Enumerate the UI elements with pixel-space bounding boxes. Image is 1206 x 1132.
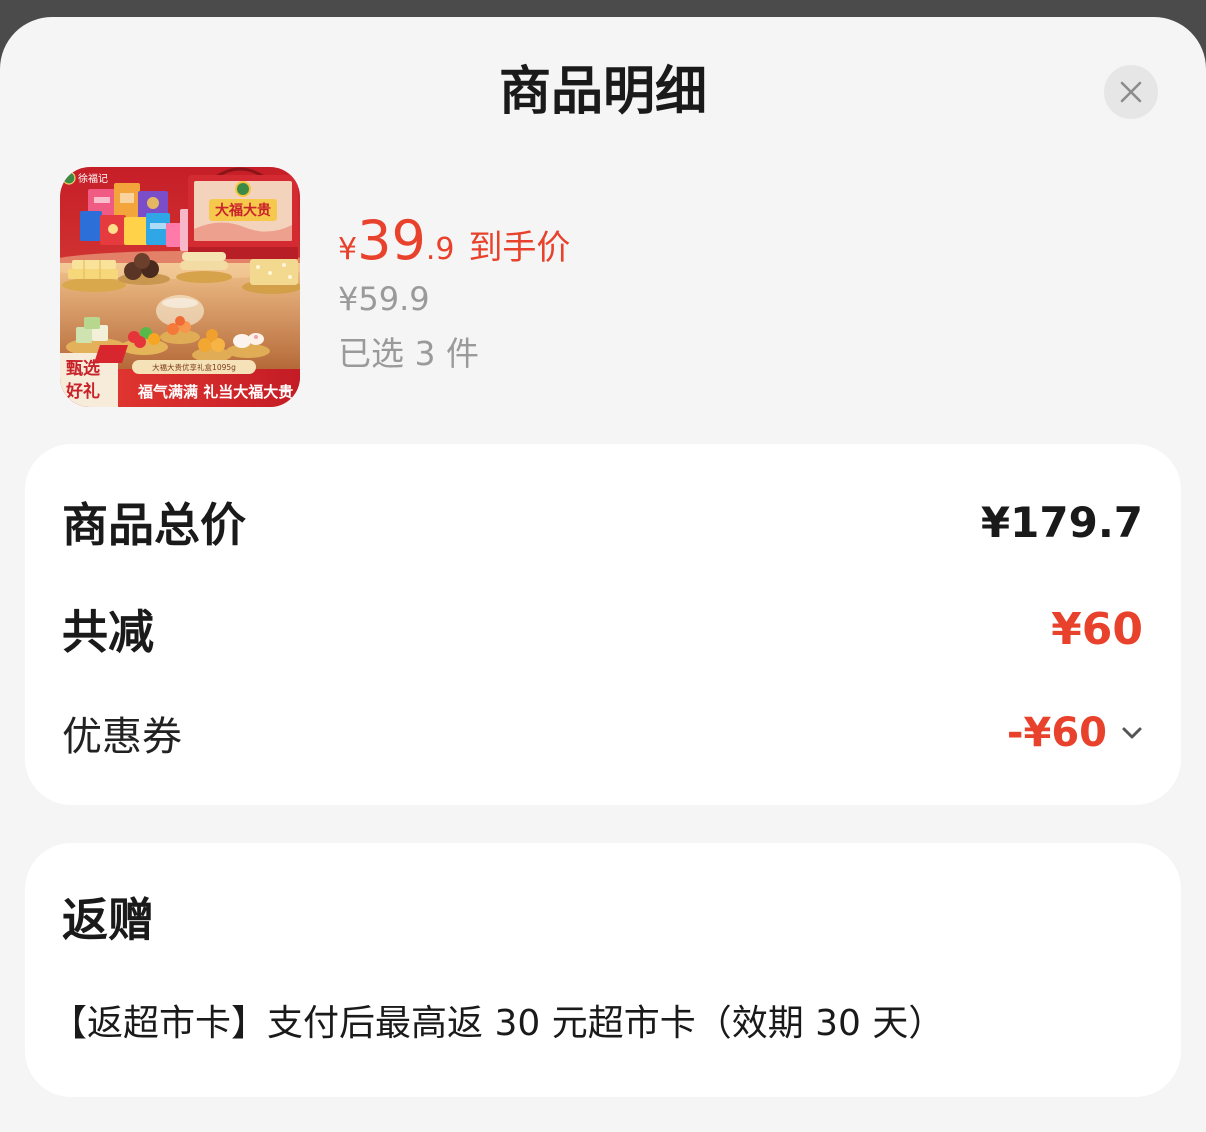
sheet-title: 商品明细: [498, 62, 707, 122]
badge-line-2: 好礼: [65, 381, 100, 402]
brand-logo: 徐福记: [62, 171, 108, 185]
gift-box: 大福大贵: [188, 167, 298, 259]
rebate-description: 【返超市卡】支付后最高返 30 元超市卡（效期 30 天）: [51, 1003, 945, 1044]
banner-slogan: 福气满满 礼当大福大贵: [137, 383, 293, 401]
discount-value: ¥60: [1051, 603, 1143, 655]
product-image: 徐福记 大福大贵 大福大贵优享礼盒1095g 福气满满 礼当大福大贵 甄选 好礼: [60, 167, 300, 407]
pack-label: 大福大贵优享礼盒1095g: [152, 362, 236, 372]
discount-label: 共减: [62, 605, 154, 659]
rebate-title: 返赠: [62, 893, 154, 947]
product-photo: 徐福记 大福大贵 大福大贵优享礼盒1095g 福气满满 礼当大福大贵 甄选 好礼: [60, 167, 300, 407]
original-price: ¥59.9: [338, 280, 430, 318]
selected-count: 已选 3 件: [338, 334, 479, 373]
total-price-label: 商品总价: [62, 498, 246, 552]
price-integer: 39: [357, 209, 426, 272]
total-price-value: ¥179.7: [980, 497, 1143, 547]
chevron-down-icon[interactable]: [1121, 726, 1143, 740]
total-price-row: 商品总价 ¥179.7: [62, 492, 1143, 553]
coupon-toggle[interactable]: -¥60: [1007, 710, 1143, 756]
gift-box-title: 大福大贵: [215, 202, 271, 219]
discount-row: 共减 ¥60: [62, 599, 1143, 660]
rebate-card: 返赠 【返超市卡】支付后最高返 30 元超市卡（效期 30 天）: [25, 843, 1181, 1097]
coupon-label: 优惠券: [62, 714, 182, 760]
badge-zhenxuan: 甄选 好礼: [60, 345, 128, 407]
coupon-row[interactable]: 优惠券 -¥60: [62, 703, 1143, 763]
close-button[interactable]: [1104, 65, 1158, 119]
price-decimal: .9: [425, 232, 455, 267]
price-currency: ¥: [338, 232, 358, 267]
brand-logo-text: 徐福记: [78, 172, 108, 185]
coupon-value: -¥60: [1006, 710, 1107, 756]
price-label: 到手价: [468, 228, 571, 268]
price-summary-card: 商品总价 ¥179.7 共减 ¥60 优惠券 -¥60: [25, 444, 1181, 805]
deal-price: ¥ 39 .9 到手价: [338, 211, 570, 271]
badge-line-1: 甄选: [66, 359, 100, 379]
product-detail-sheet: 商品明细 徐福记 大福大贵 大福大贵优享礼盒1095g 福气满满 礼当大福大贵 …: [0, 17, 1206, 1132]
close-icon[interactable]: [1119, 80, 1143, 104]
